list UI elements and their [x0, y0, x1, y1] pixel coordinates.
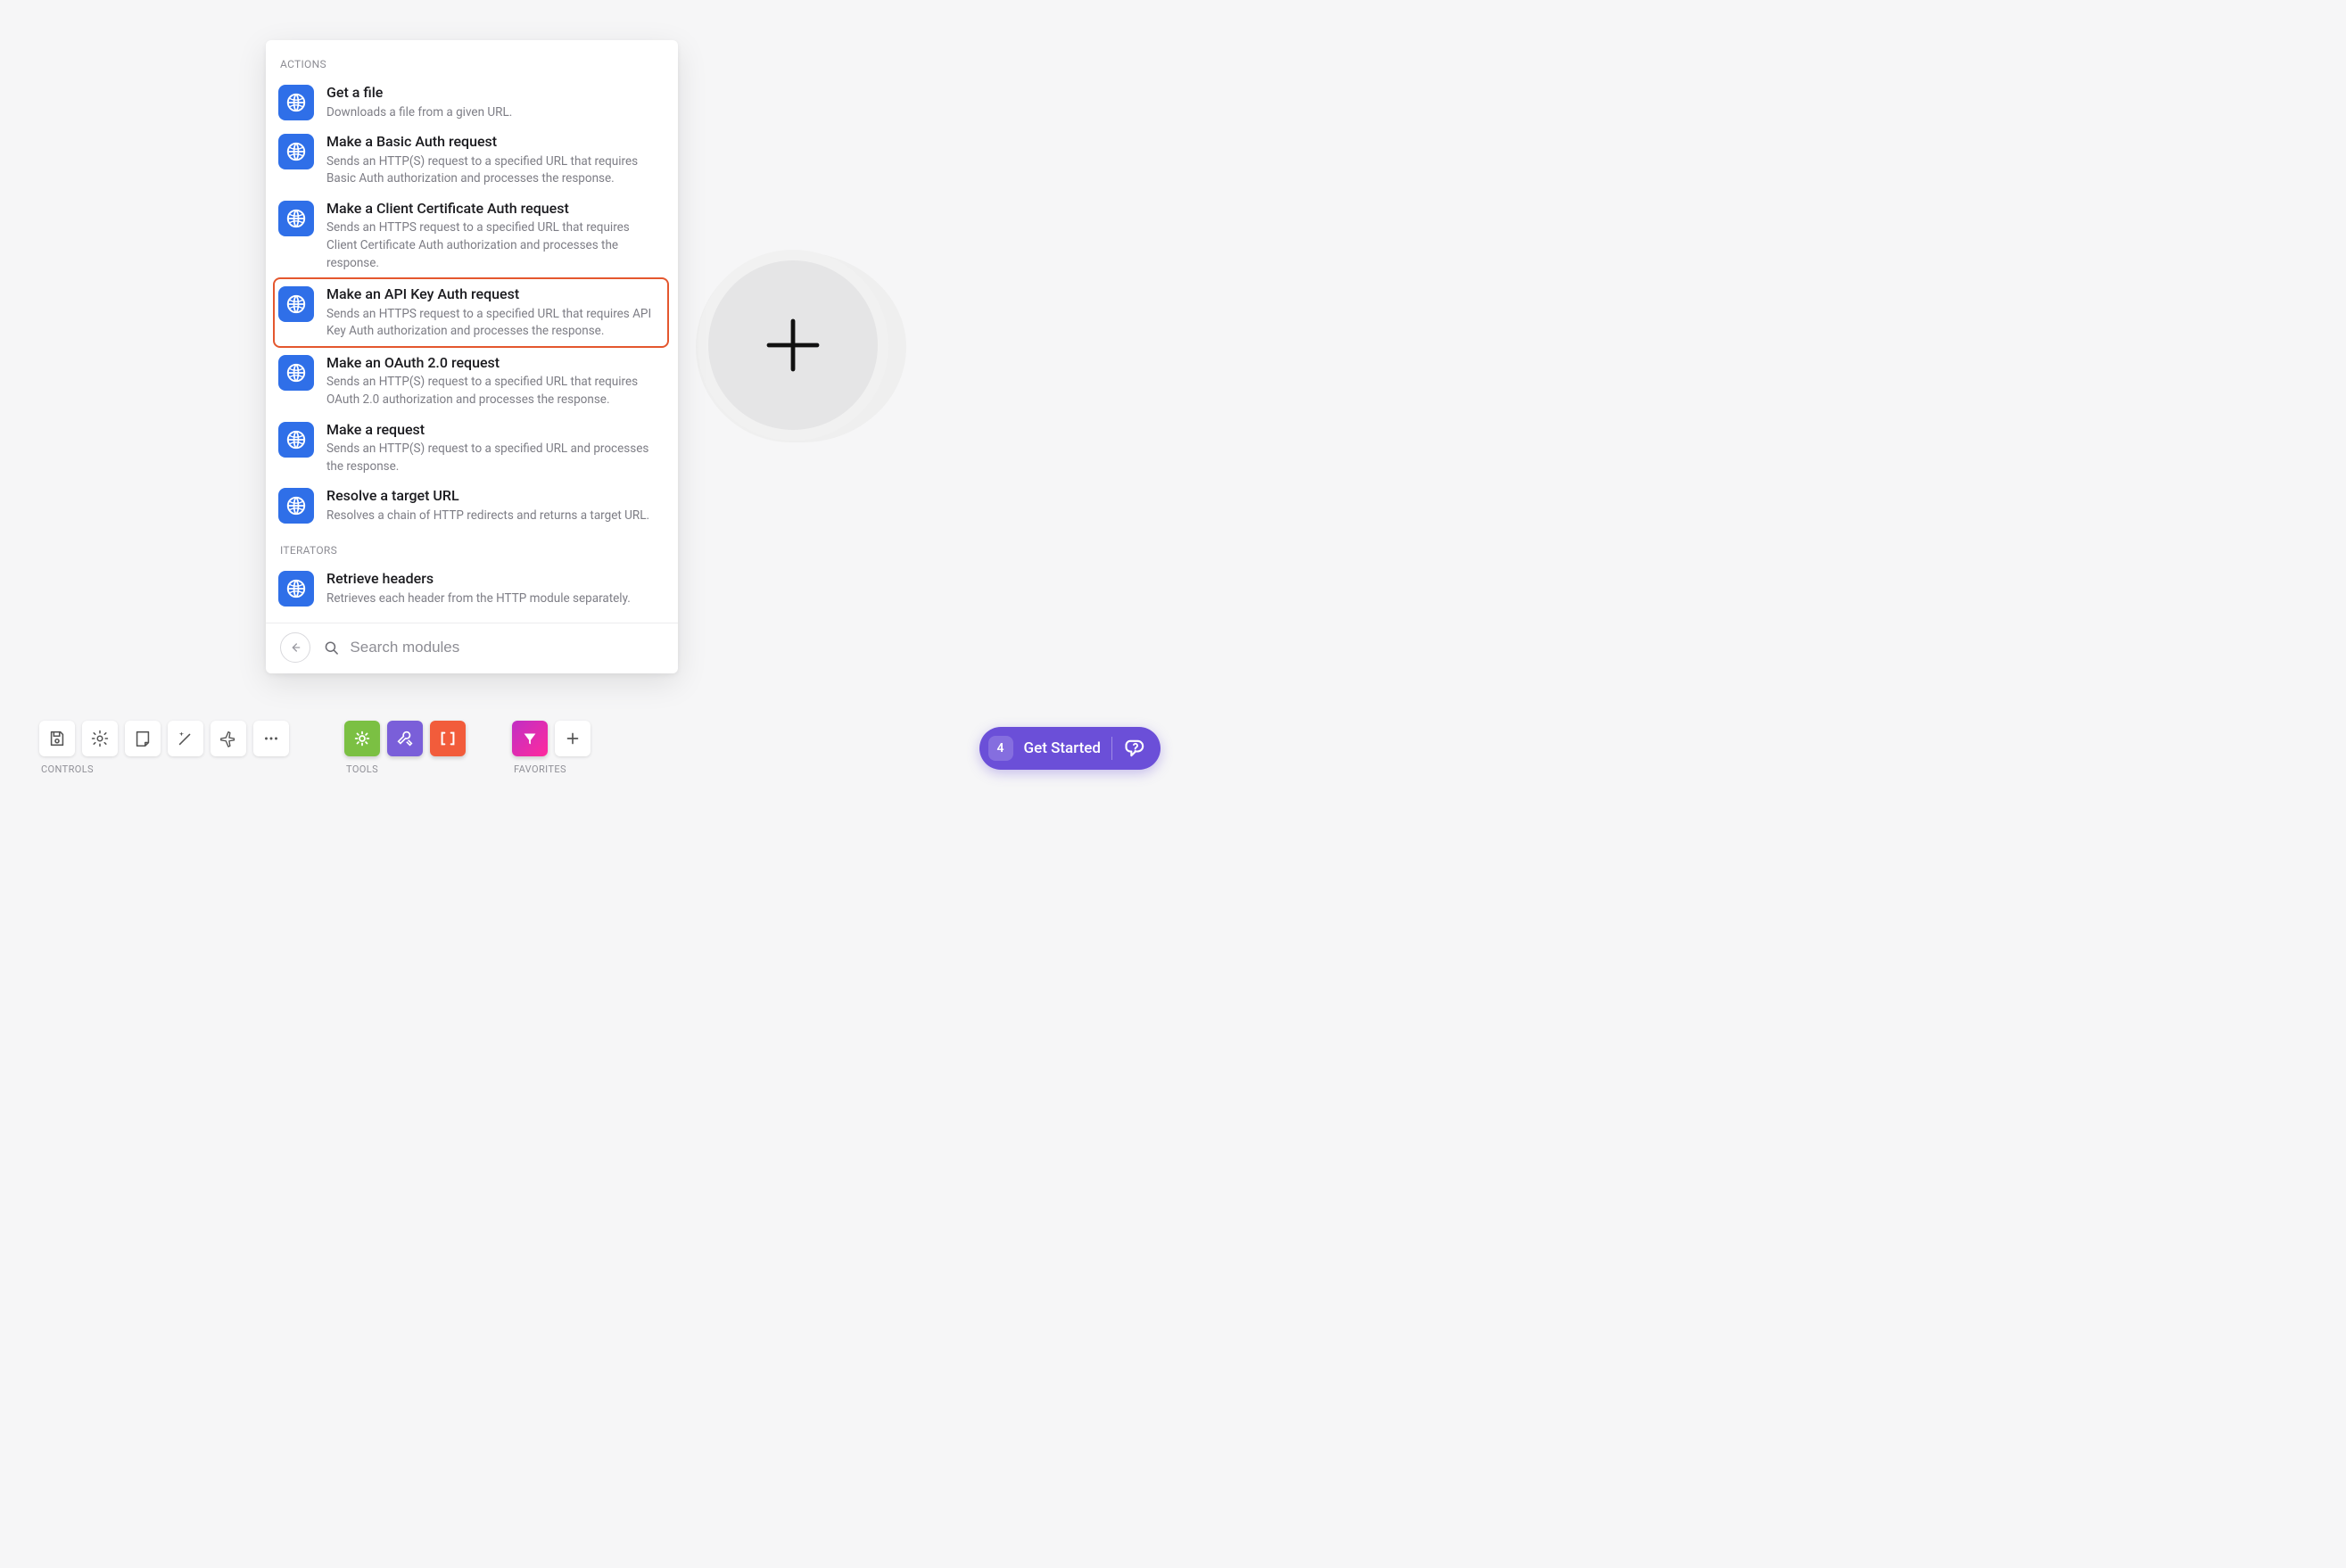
favorites-toolbar: FAVORITES — [512, 721, 591, 775]
section-header: ITERATORS — [280, 544, 665, 557]
controls-label: CONTROLS — [41, 763, 289, 775]
globe-icon — [285, 361, 308, 384]
action-text: Make a requestSends an HTTP(S) request t… — [326, 420, 662, 476]
controls-toolbar: CONTROLS — [39, 721, 289, 775]
http-module-icon — [278, 422, 314, 458]
action-text: Make a Client Certificate Auth requestSe… — [326, 199, 662, 272]
node-inner-ring — [708, 260, 878, 430]
gear-icon — [90, 729, 110, 748]
note-icon — [133, 729, 153, 748]
action-text: Get a fileDownloads a file from a given … — [326, 83, 512, 121]
globe-icon — [285, 207, 308, 230]
brackets-icon — [438, 729, 458, 748]
get-started-label: Get Started — [1024, 739, 1101, 757]
module-picker-panel: ACTIONS Get a fileDownloads a file from a… — [266, 40, 678, 673]
action-title: Make an OAuth 2.0 request — [326, 353, 662, 373]
http-module-icon — [278, 85, 314, 120]
tools-toolbar: TOOLS — [344, 721, 466, 775]
filter-triangle-icon — [520, 729, 540, 748]
notes-button[interactable] — [125, 721, 161, 756]
action-title: Make a Client Certificate Auth request — [326, 199, 662, 219]
settings-button[interactable] — [82, 721, 118, 756]
action-title: Make a request — [326, 420, 662, 440]
globe-icon — [285, 293, 308, 316]
tools-tool[interactable] — [387, 721, 423, 756]
more-button[interactable] — [253, 721, 289, 756]
globe-icon — [285, 577, 308, 600]
action-text: Make a Basic Auth requestSends an HTTP(S… — [326, 132, 662, 188]
save-icon — [47, 729, 67, 748]
magic-wand-icon — [176, 729, 195, 748]
help-icon — [1123, 736, 1148, 761]
action-text: Make an API Key Auth request Sends an HTT… — [326, 285, 662, 341]
action-basic-auth-request[interactable]: Make a Basic Auth requestSends an HTTP(S… — [278, 127, 665, 194]
action-desc: Sends an HTTPS request to a specified UR… — [326, 306, 662, 341]
globe-icon — [285, 428, 308, 451]
action-make-request[interactable]: Make a requestSends an HTTP(S) request t… — [278, 415, 665, 482]
action-title: Make a Basic Auth request — [326, 132, 662, 152]
plane-icon — [219, 729, 238, 748]
http-module-icon — [278, 571, 314, 607]
action-resolve-target-url[interactable]: Resolve a target URL Resolves a chain of … — [278, 481, 665, 530]
search-icon — [323, 639, 339, 656]
action-desc: Sends an HTTP(S) request to a specified … — [326, 441, 662, 475]
iterator-retrieve-headers[interactable]: Retrieve headersRetrieves each header fr… — [278, 564, 665, 613]
globe-icon — [285, 140, 308, 163]
flow-gear-icon — [352, 729, 372, 748]
http-module-icon — [278, 286, 314, 322]
http-module-icon — [278, 134, 314, 169]
action-text: Resolve a target URL Resolves a chain of … — [326, 486, 649, 524]
module-picker-list: ACTIONS Get a fileDownloads a file from a… — [266, 40, 678, 623]
http-module-icon — [278, 488, 314, 524]
add-favorite-button[interactable] — [555, 721, 591, 756]
get-started-button[interactable]: 4 Get Started — [979, 727, 1161, 770]
action-desc: Retrieves each header from the HTTP modu… — [326, 590, 631, 608]
favorites-label: FAVORITES — [514, 763, 591, 775]
get-started-count: 4 — [988, 736, 1013, 761]
module-picker-footer — [266, 623, 678, 673]
globe-icon — [285, 494, 308, 517]
dots-icon — [261, 729, 281, 748]
action-desc: Downloads a file from a given URL. — [326, 104, 512, 122]
action-title: Resolve a target URL — [326, 486, 649, 506]
action-desc: Resolves a chain of HTTP redirects and r… — [326, 508, 649, 525]
action-desc: Sends an HTTP(S) request to a specified … — [326, 374, 662, 409]
action-desc: Sends an HTTPS request to a specified UR… — [326, 219, 662, 272]
action-get-a-file[interactable]: Get a fileDownloads a file from a given … — [278, 78, 665, 127]
save-button[interactable] — [39, 721, 75, 756]
action-oauth2-request[interactable]: Make an OAuth 2.0 requestSends an HTTP(S… — [278, 348, 665, 415]
back-button[interactable] — [280, 632, 310, 663]
action-title: Make an API Key Auth request — [326, 285, 662, 304]
action-title: Retrieve headers — [326, 569, 631, 589]
add-module-node[interactable] — [696, 248, 890, 448]
explain-flow-button[interactable] — [211, 721, 246, 756]
section-header: ACTIONS — [280, 58, 665, 70]
plus-icon — [761, 313, 825, 377]
divider — [1111, 737, 1112, 760]
search-wrap — [323, 639, 664, 656]
plus-small-icon — [563, 729, 582, 748]
action-desc: Sends an HTTP(S) request to a specified … — [326, 153, 662, 188]
http-module-icon — [278, 201, 314, 236]
favorite-app[interactable] — [512, 721, 548, 756]
http-module-icon — [278, 355, 314, 391]
arrow-left-icon — [288, 640, 302, 655]
search-input[interactable] — [350, 639, 664, 656]
action-title: Get a file — [326, 83, 512, 103]
action-text: Retrieve headersRetrieves each header fr… — [326, 569, 631, 607]
tools-label: TOOLS — [346, 763, 466, 775]
auto-align-button[interactable] — [168, 721, 203, 756]
action-api-key-auth-request[interactable]: Make an API Key Auth request Sends an HTT… — [273, 277, 669, 348]
action-client-cert-auth-request[interactable]: Make a Client Certificate Auth requestSe… — [278, 194, 665, 277]
globe-icon — [285, 91, 308, 114]
action-text: Make an OAuth 2.0 requestSends an HTTP(S… — [326, 353, 662, 409]
wrench-icon — [395, 729, 415, 748]
text-parser-tool[interactable] — [430, 721, 466, 756]
flow-control-tool[interactable] — [344, 721, 380, 756]
